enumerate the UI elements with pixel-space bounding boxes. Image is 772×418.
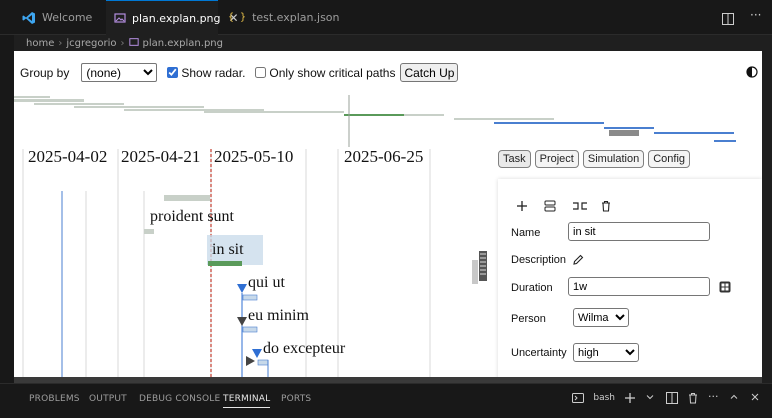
tab-config[interactable]: Config (648, 150, 691, 168)
bottom-panel-tabs: PROBLEMS OUTPUT DEBUG CONSOLE TERMINAL P… (0, 383, 772, 418)
name-input[interactable] (568, 222, 710, 241)
breadcrumb: home › jcgregorio › plan.explan.png (14, 35, 772, 51)
image-file-icon (128, 37, 139, 50)
tab-problems[interactable]: PROBLEMS (29, 394, 80, 404)
date-label: 2025-05-10 (214, 147, 293, 166)
tab-ports[interactable]: PORTS (281, 394, 311, 404)
chevron-down-icon[interactable] (645, 392, 657, 404)
add-task-icon[interactable] (516, 199, 530, 213)
panel-resize-handle[interactable] (472, 251, 487, 284)
task-bars[interactable]: proident sunt in sit qui ut eu minim do … (144, 195, 354, 377)
tab-debug-console[interactable]: DEBUG CONSOLE (139, 394, 220, 404)
split-editor-icon[interactable] (722, 10, 736, 25)
person-label: Person (511, 313, 546, 325)
tab-label: test.explan.json (252, 11, 340, 24)
json-braces-icon: { } (228, 12, 247, 23)
tab-test-json[interactable]: { } test.explan.json (220, 0, 340, 35)
more-actions-icon[interactable]: ··· (708, 391, 720, 404)
dependency-icon[interactable] (572, 199, 587, 213)
editor-actions: ··· (722, 9, 764, 25)
task-bar[interactable] (242, 326, 258, 333)
task-label[interactable]: qui ut (248, 274, 285, 291)
tab-task[interactable]: Task (498, 150, 531, 168)
task-label[interactable]: eu minim (248, 307, 309, 324)
plan-webview: Group by (none) Show radar. Only show cr… (14, 51, 762, 377)
chevron-up-icon[interactable] (729, 392, 741, 404)
date-label: 2025-06-25 (344, 147, 423, 166)
task-label[interactable]: in sit (212, 241, 244, 258)
radar-minimap[interactable] (14, 95, 762, 147)
task-bar[interactable] (144, 229, 154, 234)
description-label: Description (511, 254, 567, 266)
image-file-icon (114, 11, 126, 25)
tab-plan-png[interactable]: plan.explan.png ✕ (106, 0, 239, 35)
name-label: Name (511, 227, 541, 239)
timeline-dates: 2025-04-02 2025-04-21 2025-05-10 2025-06… (28, 147, 423, 166)
close-icon[interactable] (750, 392, 762, 404)
activity-bar-edge (0, 35, 14, 383)
uncertainty-select[interactable]: high (573, 343, 639, 362)
breadcrumb-item[interactable]: plan.explan.png (143, 38, 223, 49)
tab-terminal[interactable]: TERMINAL (223, 394, 271, 408)
detail-tabs: Task Project Simulation Config (498, 150, 691, 168)
terminal-actions: bash ··· (572, 391, 762, 404)
vscode-logo-icon (22, 11, 36, 25)
duration-label: Duration (511, 282, 553, 294)
task-label[interactable]: proident sunt (150, 208, 235, 225)
tab-simulation[interactable]: Simulation (582, 150, 645, 168)
tab-label: plan.explan.png (132, 11, 221, 25)
date-label: 2025-04-21 (121, 147, 200, 166)
trash-icon[interactable] (687, 392, 699, 404)
terminal-name[interactable]: bash (593, 393, 615, 403)
person-select[interactable]: Wilma (573, 308, 629, 327)
editor-tab-bar: Welcome plan.explan.png ✕ { } test.expla… (0, 0, 772, 35)
uncertainty-label: Uncertainty (511, 347, 567, 359)
more-actions-icon[interactable]: ··· (750, 9, 764, 24)
task-bar[interactable] (208, 261, 242, 266)
terminal-icon (572, 392, 585, 404)
delete-task-icon[interactable] (600, 199, 614, 213)
task-label[interactable]: ... (342, 370, 354, 377)
split-terminal-icon[interactable] (666, 392, 678, 404)
breadcrumb-item[interactable]: jcgregorio (66, 38, 116, 49)
tab-welcome[interactable]: Welcome (14, 0, 106, 35)
task-bar[interactable] (257, 359, 269, 366)
edit-description-icon[interactable] (572, 253, 586, 267)
split-task-icon[interactable] (544, 199, 558, 213)
breadcrumb-item[interactable]: home (26, 38, 54, 49)
tab-label: Welcome (42, 11, 93, 24)
task-actions (516, 199, 614, 213)
task-bar[interactable] (164, 195, 210, 201)
task-detail-panel: Name Description Duration Person Wilma U… (498, 179, 762, 377)
date-label: 2025-04-02 (28, 147, 107, 166)
task-label[interactable]: do excepteur (263, 340, 346, 357)
milestone-marker[interactable] (237, 284, 247, 293)
add-terminal-icon[interactable] (624, 392, 636, 404)
milestone-marker[interactable] (252, 349, 262, 358)
milestone-marker[interactable] (237, 317, 247, 326)
chevron-right-icon: › (120, 37, 125, 49)
duration-input[interactable] (568, 277, 710, 296)
calculator-icon[interactable] (719, 280, 733, 294)
tab-project[interactable]: Project (534, 150, 579, 168)
milestone-marker[interactable] (246, 356, 255, 366)
task-bar[interactable] (242, 294, 258, 301)
chevron-right-icon: › (58, 37, 63, 49)
tab-output[interactable]: OUTPUT (89, 394, 127, 404)
vscode-window: Welcome plan.explan.png ✕ { } test.expla… (0, 0, 772, 418)
